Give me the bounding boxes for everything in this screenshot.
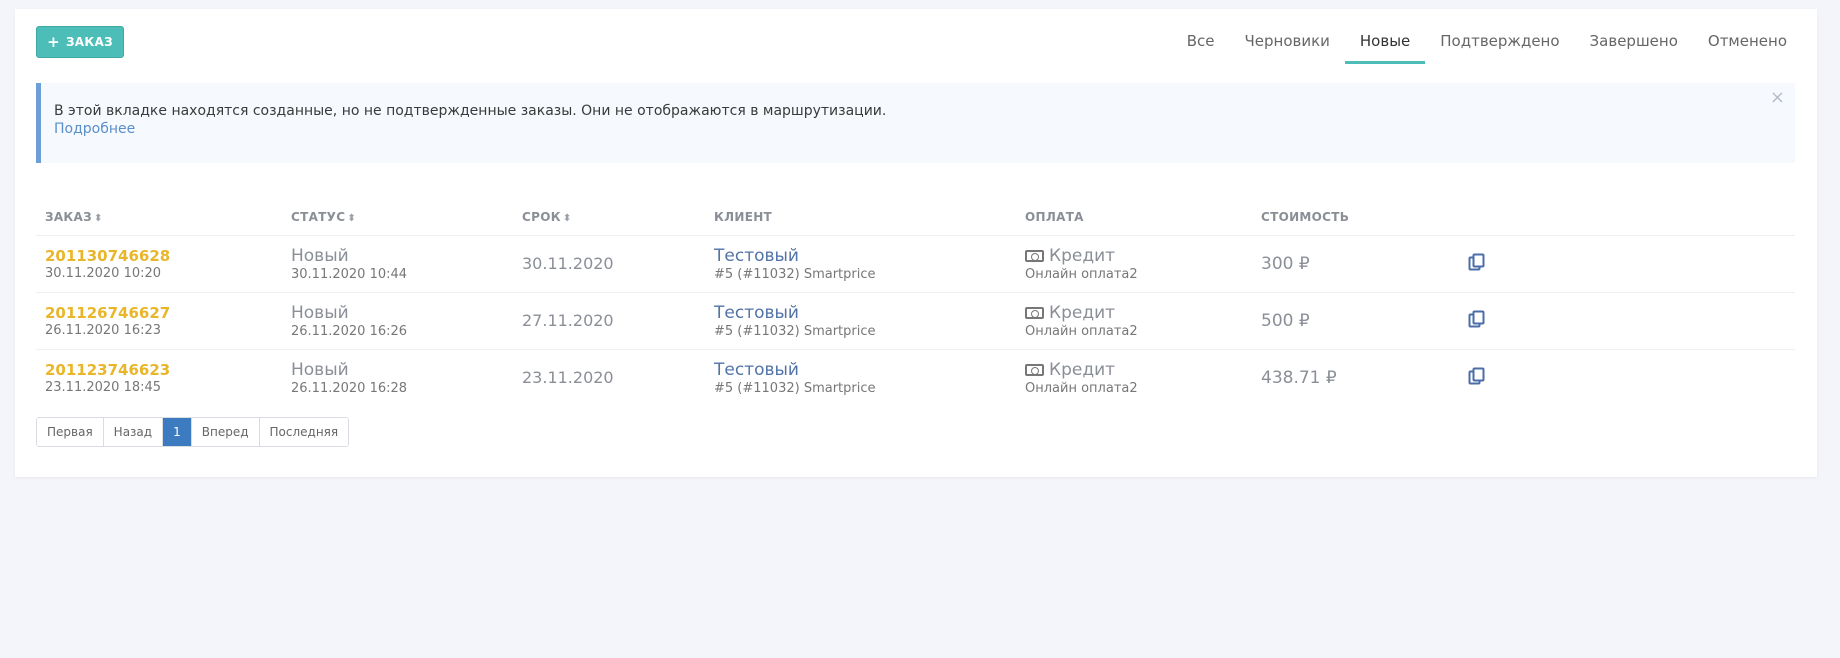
page-current-button[interactable]: 1 — [163, 418, 192, 446]
client-sub: #5 (#11032) Smartprice — [714, 323, 876, 339]
payment-type: Кредит — [1049, 245, 1116, 266]
deadline-date: 27.11.2020 — [522, 311, 614, 330]
order-cost: 438.71 ₽ — [1261, 367, 1337, 388]
copy-icon[interactable] — [1468, 310, 1486, 328]
add-order-button[interactable]: + ЗАКАЗ — [36, 26, 124, 58]
deadline-date: 30.11.2020 — [522, 254, 614, 273]
status-text: Новый — [291, 359, 349, 380]
client-link[interactable]: Тестовый — [714, 303, 1007, 323]
header-order[interactable]: ЗАКАЗ ⬍ — [36, 199, 282, 236]
more-link[interactable]: Подробнее — [54, 121, 1782, 137]
money-icon — [1025, 306, 1044, 319]
money-icon — [1025, 249, 1044, 262]
page-last-button[interactable]: Последняя — [259, 418, 349, 446]
tab-cancelled[interactable]: Отменено — [1693, 25, 1802, 73]
client-sub: #5 (#11032) Smartprice — [714, 380, 876, 396]
order-date: 30.11.2020 10:20 — [45, 265, 162, 281]
close-icon[interactable]: × — [1770, 89, 1785, 107]
order-number-link[interactable]: 201130746628 — [45, 247, 273, 265]
table-header-row: ЗАКАЗ ⬍ СТАТУС ⬍ СРОК ⬍ КЛИЕНТ ОПЛАТА СТОИМ… — [36, 199, 1795, 236]
status-text: Новый — [291, 245, 349, 266]
tab-drafts[interactable]: Черновики — [1229, 25, 1344, 73]
orders-table: ЗАКАЗ ⬍ СТАТУС ⬍ СРОК ⬍ КЛИЕНТ ОПЛАТА СТОИМ… — [36, 199, 1795, 406]
alert-text: В этой вкладке находятся созданные, но н… — [54, 103, 887, 119]
page-first-button[interactable]: Первая — [37, 418, 104, 446]
table-row: 201130746628 30.11.2020 10:20 Новый 30.11.… — [36, 235, 1795, 293]
sort-icon[interactable]: ⬍ — [347, 213, 356, 224]
client-sub: #5 (#11032) Smartprice — [714, 266, 876, 282]
sort-icon[interactable]: ⬍ — [94, 213, 103, 224]
status-date: 26.11.2020 16:28 — [291, 380, 408, 396]
sort-icon[interactable]: ⬍ — [563, 213, 572, 224]
tab-confirmed[interactable]: Подтверждено — [1425, 25, 1574, 73]
copy-icon[interactable] — [1468, 253, 1486, 271]
tab-new[interactable]: Новые — [1344, 25, 1426, 73]
header-status[interactable]: СТАТУС ⬍ — [282, 199, 513, 236]
order-date: 26.11.2020 16:23 — [45, 322, 162, 338]
order-cost: 500 ₽ — [1261, 310, 1310, 331]
order-number-link[interactable]: 201123746623 — [45, 361, 273, 379]
plus-icon: + — [47, 32, 60, 51]
tab-completed[interactable]: Завершено — [1575, 25, 1693, 73]
payment-method: Онлайн оплата2 — [1025, 380, 1138, 396]
table-row: 201123746623 23.11.2020 18:45 Новый 26.11.… — [36, 349, 1795, 406]
payment-method: Онлайн оплата2 — [1025, 266, 1138, 282]
page-prev-button[interactable]: Назад — [103, 418, 164, 446]
orders-panel: + ЗАКАЗ Все Черновики Новые Подтверждено… — [15, 9, 1817, 477]
payment-type: Кредит — [1049, 359, 1116, 380]
order-cost: 300 ₽ — [1261, 253, 1310, 274]
money-icon — [1025, 363, 1044, 376]
status-tabs: Все Черновики Новые Подтверждено Заверше… — [1172, 25, 1802, 73]
header-cost: СТОИМОСТЬ — [1252, 199, 1444, 236]
header-payment: ОПЛАТА — [1016, 199, 1252, 236]
status-text: Новый — [291, 302, 349, 323]
table-row: 201126746627 26.11.2020 16:23 Новый 26.11.… — [36, 292, 1795, 350]
payment-type: Кредит — [1049, 302, 1116, 323]
order-number-link[interactable]: 201126746627 — [45, 304, 273, 322]
pagination: Первая Назад 1 Вперед Последняя — [36, 417, 350, 447]
page-next-button[interactable]: Вперед — [191, 418, 260, 446]
header-actions — [1444, 199, 1795, 236]
copy-icon[interactable] — [1468, 367, 1486, 385]
order-date: 23.11.2020 18:45 — [45, 379, 162, 395]
header-client: КЛИЕНТ — [705, 199, 1016, 236]
tab-all[interactable]: Все — [1172, 25, 1230, 73]
header-deadline[interactable]: СРОК ⬍ — [513, 199, 705, 236]
client-link[interactable]: Тестовый — [714, 360, 1007, 380]
status-date: 30.11.2020 10:44 — [291, 266, 408, 282]
payment-method: Онлайн оплата2 — [1025, 323, 1138, 339]
status-date: 26.11.2020 16:26 — [291, 323, 408, 339]
deadline-date: 23.11.2020 — [522, 368, 614, 388]
add-order-label: ЗАКАЗ — [65, 35, 113, 49]
info-alert: В этой вкладке находятся созданные, но н… — [36, 83, 1795, 163]
client-link[interactable]: Тестовый — [714, 246, 1007, 266]
